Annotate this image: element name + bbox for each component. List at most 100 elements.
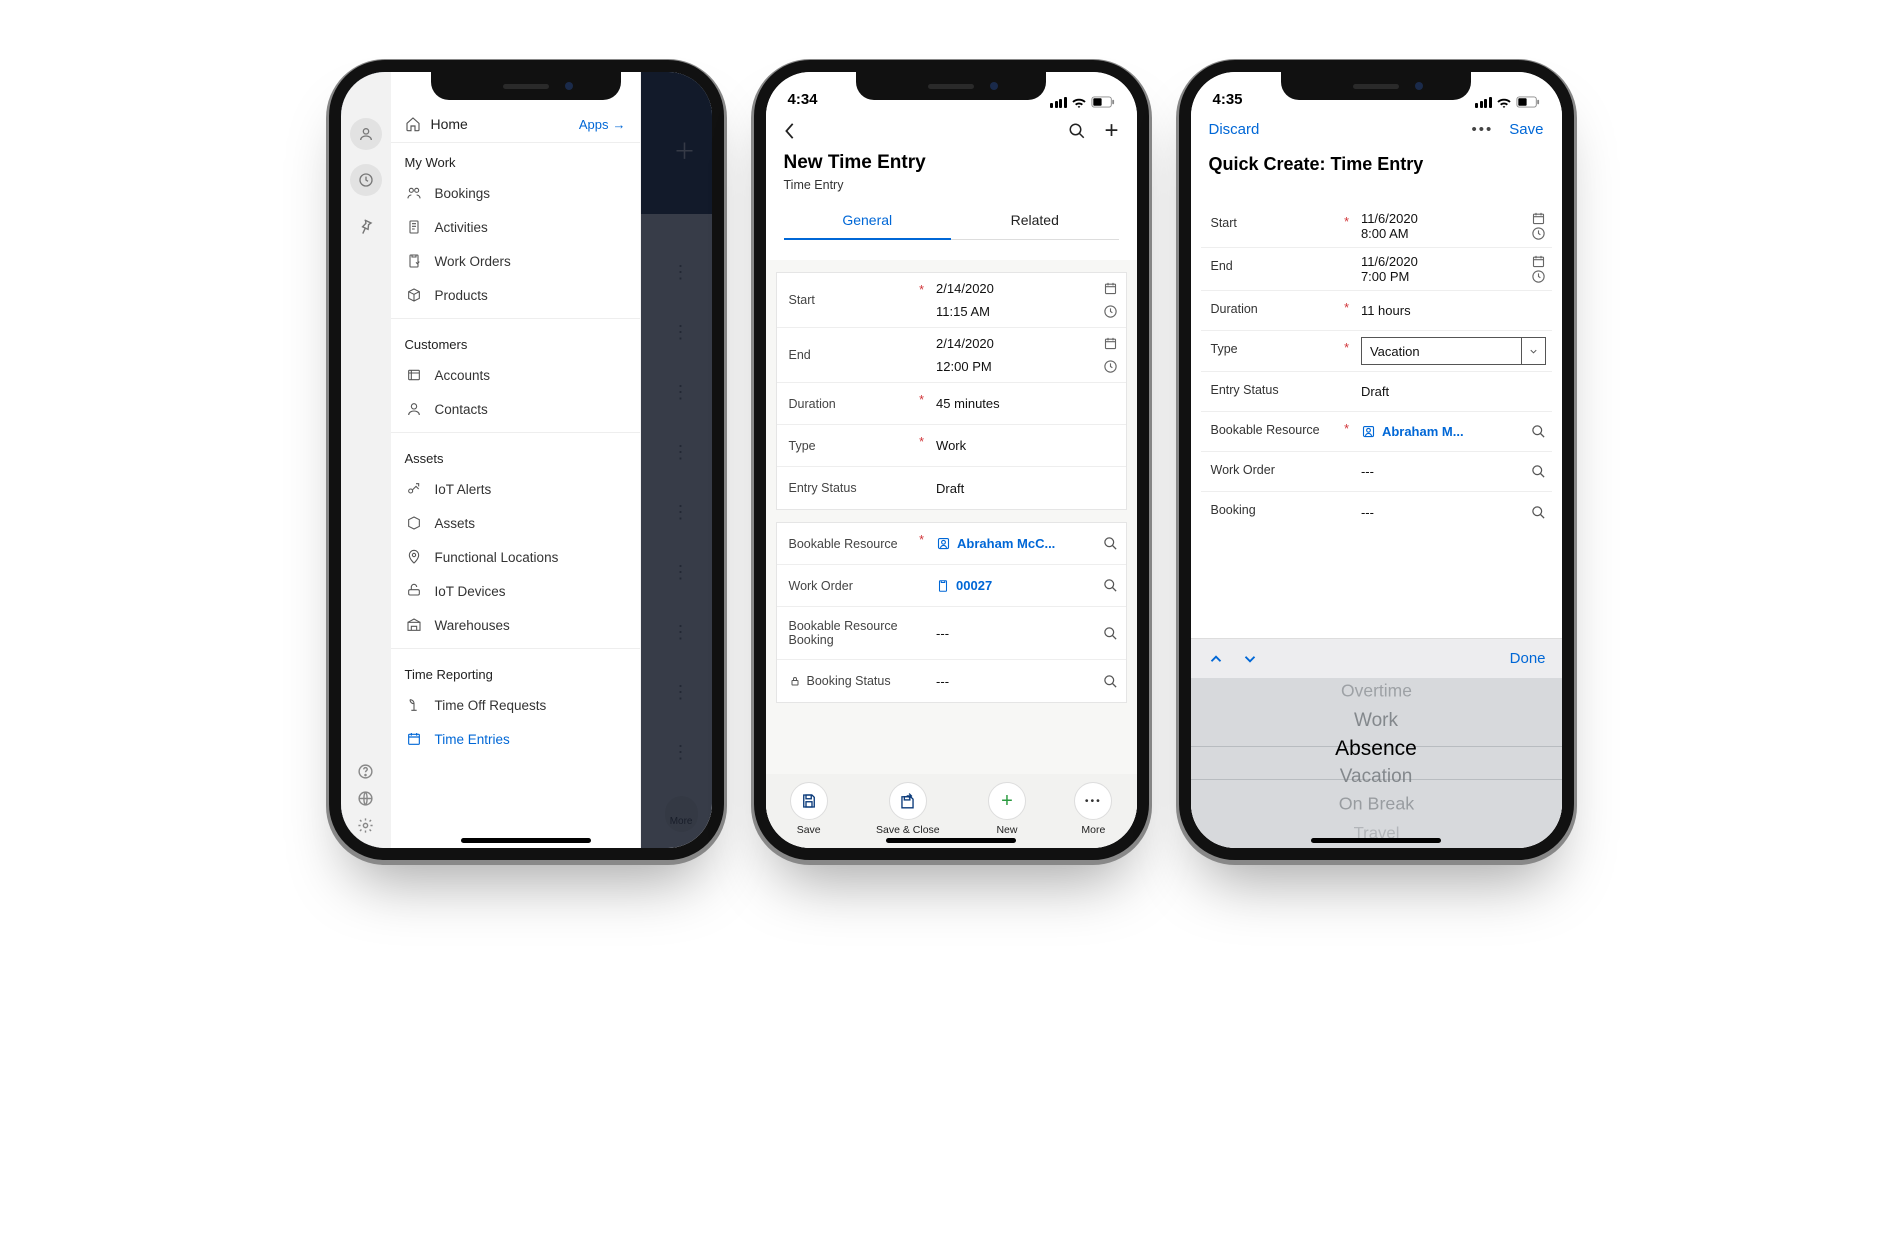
calendar-icon[interactable]: [1531, 211, 1546, 226]
lookup-icon[interactable]: [1103, 626, 1118, 641]
rail-settings-icon[interactable]: [357, 817, 374, 834]
clock-icon[interactable]: [1531, 269, 1546, 284]
work-order-value[interactable]: ---: [1361, 464, 1374, 479]
entry-status-value[interactable]: Draft: [936, 481, 964, 496]
nav-item-time-off-requests[interactable]: Time Off Requests: [391, 688, 640, 722]
bookable-resource-value[interactable]: Abraham M...: [1382, 424, 1464, 439]
new-button[interactable]: + New: [988, 782, 1026, 836]
picker-option[interactable]: Overtime: [1205, 679, 1546, 705]
chevron-up-icon[interactable]: [1207, 650, 1225, 668]
more-button[interactable]: ••• More: [1074, 782, 1112, 836]
calendar-icon[interactable]: [1531, 254, 1546, 269]
type-value: Vacation: [1362, 344, 1521, 359]
work-order-icon: [936, 579, 950, 593]
nav-section-customers: Customers: [391, 325, 640, 358]
end-time-value[interactable]: 12:00 PM: [936, 359, 992, 374]
label-end: End: [1201, 248, 1355, 290]
picker-option[interactable]: On Break: [1202, 792, 1551, 819]
lookup-icon[interactable]: [1531, 424, 1546, 439]
nav-item-assets[interactable]: Assets: [391, 506, 640, 540]
clock-icon[interactable]: [1103, 359, 1118, 374]
nav-item-time-entries[interactable]: Time Entries: [391, 722, 640, 756]
home-indicator: [1311, 838, 1441, 843]
picker-option[interactable]: Work: [1191, 706, 1562, 734]
back-icon[interactable]: [784, 122, 796, 140]
rail-pin-icon[interactable]: [350, 210, 382, 242]
work-order-value[interactable]: 00027: [956, 578, 992, 593]
booking-status-value[interactable]: ---: [936, 674, 949, 689]
end-time-value[interactable]: 7:00 PM: [1361, 269, 1409, 284]
booking-value[interactable]: ---: [1361, 505, 1374, 520]
rail-profile-icon[interactable]: [350, 118, 382, 150]
start-time-value[interactable]: 8:00 AM: [1361, 226, 1409, 241]
duration-value[interactable]: 11 hours: [1361, 303, 1411, 318]
lookup-icon[interactable]: [1103, 536, 1118, 551]
nav-item-iot-alerts[interactable]: IoT Alerts: [391, 472, 640, 506]
nav-item-products[interactable]: Products: [391, 278, 640, 312]
apps-link[interactable]: Apps →: [579, 117, 626, 132]
label-type: Type*: [1201, 331, 1355, 371]
end-date-value[interactable]: 2/14/2020: [936, 336, 994, 351]
start-date-value[interactable]: 11/6/2020: [1361, 211, 1418, 226]
clock-icon[interactable]: [1103, 304, 1118, 319]
resource-icon: [1361, 424, 1376, 439]
end-date-value[interactable]: 11/6/2020: [1361, 254, 1418, 269]
save-close-button[interactable]: Save & Close: [876, 782, 940, 836]
chevron-down-icon: [1521, 338, 1545, 364]
entry-status-value[interactable]: Draft: [1361, 384, 1389, 399]
type-value[interactable]: Work: [936, 438, 966, 453]
save-button[interactable]: Save: [1509, 121, 1543, 138]
battery-icon: [1516, 96, 1540, 108]
home-icon: [405, 116, 421, 132]
iot-alerts-icon: [405, 481, 423, 497]
overflow-icon[interactable]: •••: [1472, 121, 1494, 138]
picker-wheel[interactable]: Overtime Work Absence Vacation On Break …: [1191, 678, 1562, 848]
phone-2: 4:34 + New Time Entry Time Entry: [754, 60, 1149, 860]
tab-general[interactable]: General: [784, 202, 952, 240]
clock-icon[interactable]: [1531, 226, 1546, 241]
nav-item-functional-locations[interactable]: Functional Locations: [391, 540, 640, 574]
arrow-right-icon: →: [613, 117, 626, 132]
calendar-icon[interactable]: [1103, 336, 1118, 351]
discard-button[interactable]: Discard: [1209, 121, 1260, 138]
time-entries-icon: [405, 731, 423, 747]
nav-home-label[interactable]: Home: [431, 116, 468, 132]
bookable-resource-value[interactable]: Abraham McC...: [957, 536, 1055, 551]
lookup-icon[interactable]: [1103, 578, 1118, 593]
rail-globe-icon[interactable]: [357, 790, 374, 807]
label-bookable-resource-booking: Bookable Resource Booking: [777, 607, 931, 659]
lookup-icon[interactable]: [1103, 674, 1118, 689]
calendar-icon[interactable]: [1103, 281, 1118, 296]
brb-value[interactable]: ---: [936, 626, 949, 641]
rail-clock-icon[interactable]: [350, 164, 382, 196]
nav-item-warehouses[interactable]: Warehouses: [391, 608, 640, 642]
nav-item-accounts[interactable]: Accounts: [391, 358, 640, 392]
label-work-order: Work Order: [777, 565, 931, 606]
start-date-value[interactable]: 2/14/2020: [936, 281, 994, 296]
tab-related[interactable]: Related: [951, 202, 1119, 240]
phone-3: 4:35 Discard ••• Save Quick Create: Time…: [1179, 60, 1574, 860]
search-icon[interactable]: [1068, 122, 1086, 140]
picker-done-button[interactable]: Done: [1510, 650, 1546, 667]
chevron-down-icon[interactable]: [1241, 650, 1259, 668]
form-section-related: Bookable Resource* Abraham McC...: [776, 522, 1127, 703]
picker-option-selected[interactable]: Absence: [1191, 735, 1562, 763]
picker-option[interactable]: Vacation: [1191, 763, 1562, 791]
start-time-value[interactable]: 11:15 AM: [936, 304, 990, 319]
plus-icon[interactable]: +: [1104, 117, 1118, 145]
label-start: Start*: [777, 273, 931, 327]
duration-value[interactable]: 45 minutes: [936, 396, 1000, 411]
nav-item-work-orders[interactable]: Work Orders: [391, 244, 640, 278]
label-entry-status: Entry Status: [1201, 372, 1355, 411]
type-select[interactable]: Vacation: [1361, 337, 1546, 365]
lookup-icon[interactable]: [1531, 505, 1546, 520]
lookup-icon[interactable]: [1531, 464, 1546, 479]
nav-item-contacts[interactable]: Contacts: [391, 392, 640, 426]
rail-help-icon[interactable]: [357, 763, 374, 780]
nav-item-bookings[interactable]: Bookings: [391, 176, 640, 210]
nav-item-iot-devices[interactable]: IoT Devices: [391, 574, 640, 608]
save-button[interactable]: Save: [790, 782, 828, 836]
nav-item-activities[interactable]: Activities: [391, 210, 640, 244]
signal-icon: [1050, 97, 1067, 108]
left-rail: [341, 72, 391, 848]
